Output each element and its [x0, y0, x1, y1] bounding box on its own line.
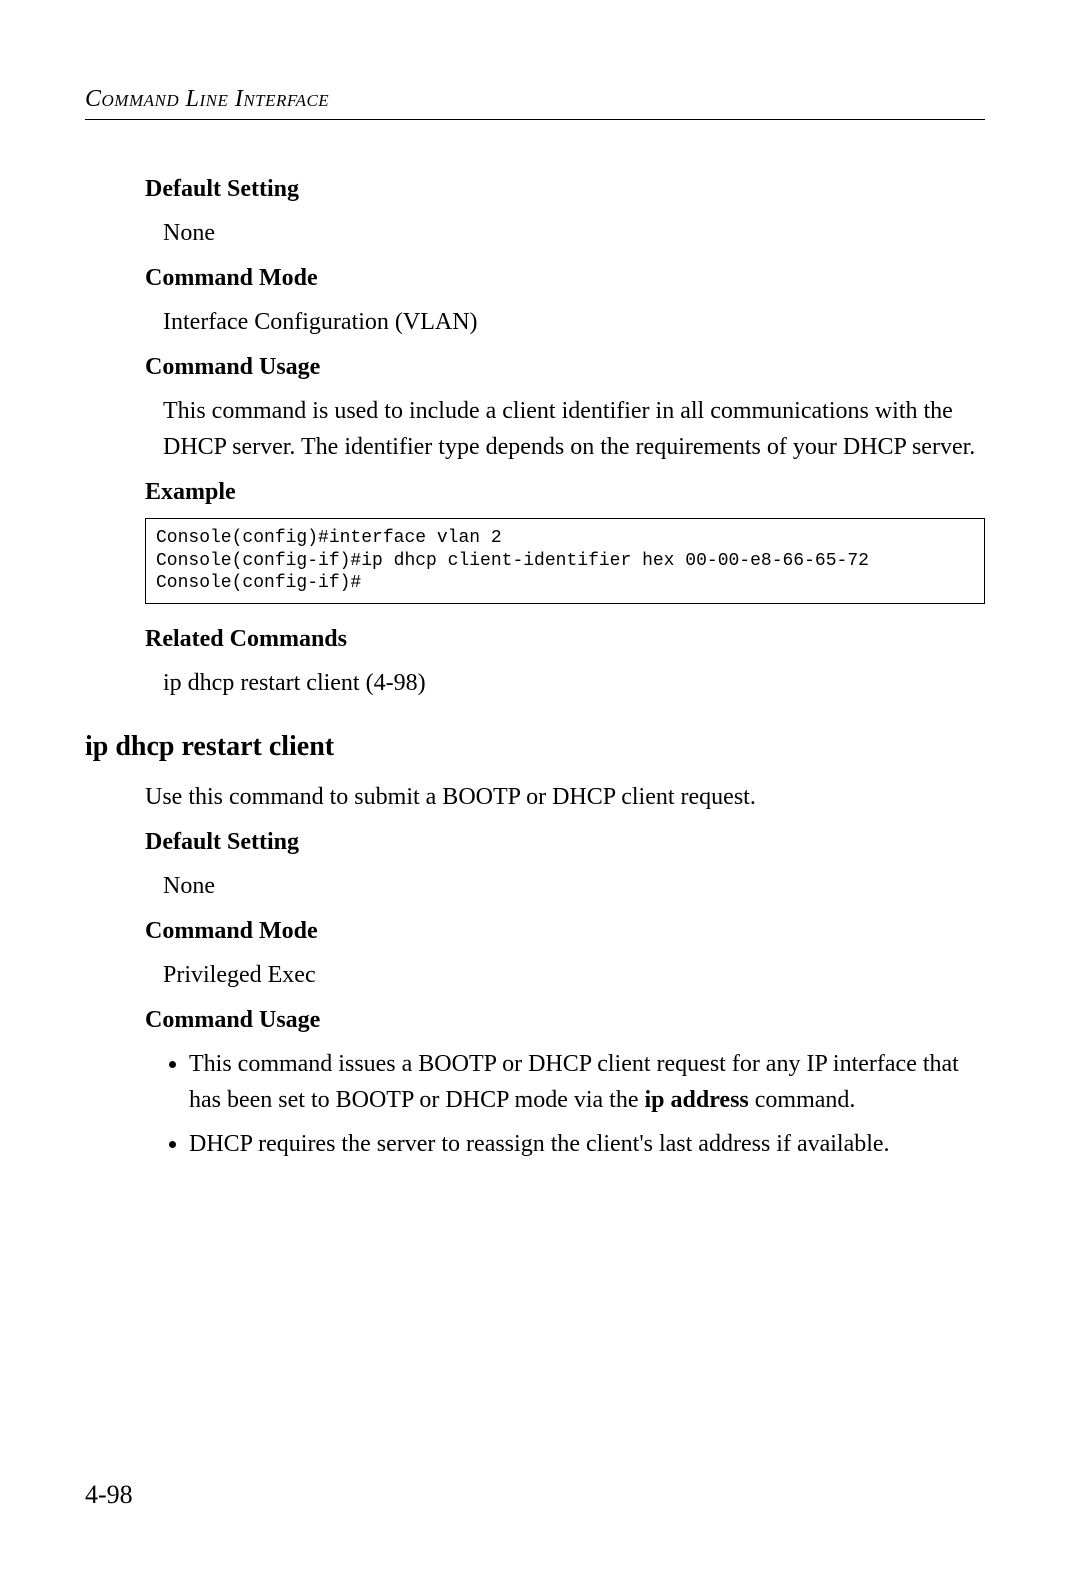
body-default-setting-2: None [163, 868, 985, 904]
page-number: 4-98 [85, 1480, 133, 1510]
section-title-ip-dhcp-restart: ip dhcp restart client [85, 731, 985, 763]
heading-command-mode-2: Command Mode [145, 918, 985, 945]
heading-default-setting-1: Default Setting [145, 176, 985, 203]
heading-command-mode-1: Command Mode [145, 265, 985, 292]
body-command-usage-1: This command is used to include a client… [163, 393, 985, 465]
content-block: Default Setting None Command Mode Interf… [85, 176, 985, 1162]
bullet-1-post: command. [749, 1087, 856, 1113]
body-default-setting-1: None [163, 215, 985, 251]
bullet-1: This command issues a BOOTP or DHCP clie… [189, 1046, 985, 1118]
bullet-1-bold: ip address [645, 1087, 749, 1113]
body-command-mode-2: Privileged Exec [163, 957, 985, 993]
body-command-mode-1: Interface Configuration (VLAN) [163, 304, 985, 340]
heading-command-usage-2: Command Usage [145, 1007, 985, 1034]
header-rule [85, 119, 985, 120]
heading-related-commands: Related Commands [145, 626, 985, 653]
section-intro: Use this command to submit a BOOTP or DH… [145, 779, 985, 815]
code-example: Console(config)#interface vlan 2 Console… [145, 518, 985, 604]
command-usage-bullets: This command issues a BOOTP or DHCP clie… [163, 1046, 985, 1162]
body-related-commands: ip dhcp restart client (4-98) [163, 665, 985, 701]
heading-default-setting-2: Default Setting [145, 829, 985, 856]
bullet-2: DHCP requires the server to reassign the… [189, 1126, 985, 1162]
running-header: Command Line Interface [85, 86, 985, 113]
page: Command Line Interface Default Setting N… [0, 0, 1080, 1570]
heading-command-usage-1: Command Usage [145, 354, 985, 381]
heading-example: Example [145, 479, 985, 506]
